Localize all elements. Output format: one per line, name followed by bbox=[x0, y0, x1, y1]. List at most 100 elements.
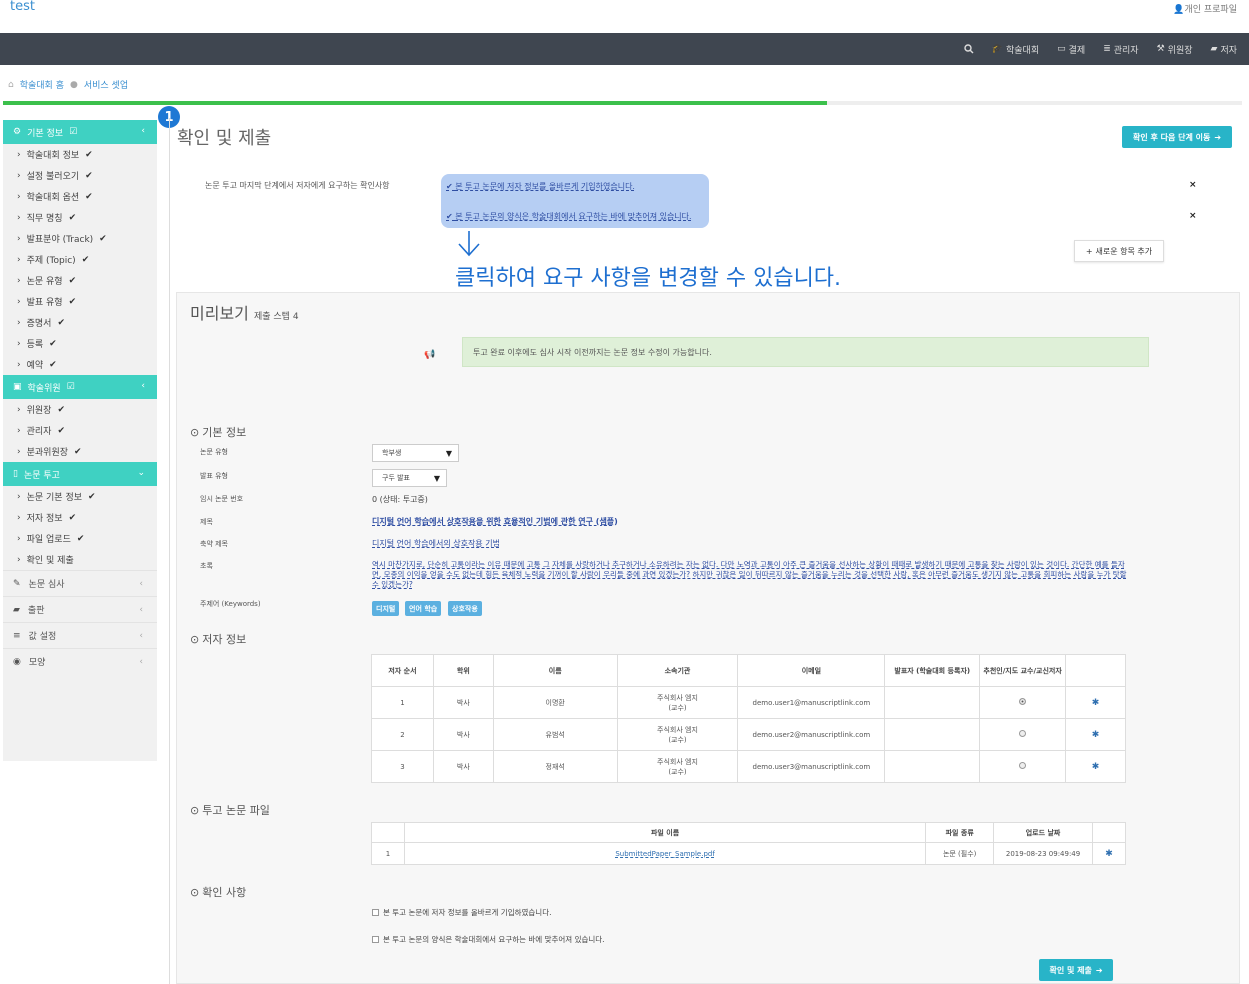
checkbox[interactable] bbox=[372, 936, 379, 943]
table-header-row: 저자 순서 학위 이름 소속기관 이메일 발표자 (학술대회 등록자) 추천인/… bbox=[371, 654, 1126, 687]
sidebar-item[interactable]: › 확인 및 제출 bbox=[3, 549, 157, 570]
title-value[interactable]: 디지털 언어 학습에서 상호작용을 위한 효율적인 기법에 관한 연구 (샘플) bbox=[372, 516, 618, 527]
sidebar-item[interactable]: › 설정 불러오기 ✔ bbox=[3, 165, 157, 186]
paper-type-select[interactable]: 학부생 ▼ bbox=[372, 444, 459, 462]
chevron-right-icon: › bbox=[17, 491, 21, 502]
chevron-right-icon: › bbox=[17, 554, 21, 565]
org-role: (교수) bbox=[668, 767, 687, 776]
sidebar-item[interactable]: › 관리자 ✔ bbox=[3, 420, 157, 441]
next-step-button[interactable]: 확인 후 다음 단계 이동 ➔ bbox=[1122, 126, 1232, 148]
sidebar-item[interactable]: › 위원장 ✔ bbox=[3, 399, 157, 420]
check-icon: ✔ bbox=[68, 212, 77, 223]
keyword-tag[interactable]: 디지털 bbox=[372, 601, 400, 616]
chevron-right-icon: › bbox=[17, 296, 21, 307]
chevron-left-icon: ‹ bbox=[139, 630, 143, 641]
confirm-checkbox-1[interactable]: 본 투고 논문에 저자 정보를 올바르게 기입하였습니다. bbox=[372, 907, 552, 918]
keyword-tag[interactable]: 상호작용 bbox=[448, 601, 482, 616]
sidebar-item-publish[interactable]: ▰ 출판 ‹ bbox=[3, 596, 157, 622]
nav-author[interactable]: ▰ 저자 bbox=[1211, 43, 1237, 56]
add-requirement-button[interactable]: + 새로운 항목 추가 bbox=[1074, 240, 1164, 262]
sidebar-item[interactable]: › 분과위원장 ✔ bbox=[3, 441, 157, 462]
sidebar-section-label: 학술위원 bbox=[27, 383, 61, 394]
corresponding-radio[interactable] bbox=[1019, 730, 1027, 737]
sidebar-item-values[interactable]: ≡ 값 설정 ‹ bbox=[3, 622, 157, 648]
sidebar-section-basic[interactable]: ⚙ 기본 정보 ☑ ‹ bbox=[3, 120, 157, 144]
heading-text: 투고 논문 파일 bbox=[202, 804, 270, 817]
profile-link[interactable]: 👤개인 프로파일 bbox=[1173, 2, 1237, 15]
megaphone-icon: 📢 bbox=[424, 350, 436, 360]
sidebar-item[interactable]: › 주제 (Topic) ✔ bbox=[3, 249, 157, 270]
short-title-value[interactable]: 디지털 언어 학습에서의 상호작용 기법 bbox=[372, 538, 500, 549]
sidebar-item[interactable]: › 논문 유형 ✔ bbox=[3, 270, 157, 291]
sidebar-item[interactable]: › 저자 정보 ✔ bbox=[3, 507, 157, 528]
check-circle-icon: ⊙ bbox=[190, 632, 200, 646]
column-header bbox=[371, 822, 405, 843]
breadcrumb-current[interactable]: 서비스 셋업 bbox=[84, 78, 128, 91]
nav-admin[interactable]: ≣ 관리자 bbox=[1103, 43, 1138, 56]
cell-file-name: SubmittedPaper_Sample.pdf bbox=[403, 842, 927, 865]
cell-action: ✱ bbox=[1092, 842, 1126, 865]
abstract-value[interactable]: 역시 마찬가지로, 단순히 고통이라는 이유 때문에 고통 그 자체를 사랑하거… bbox=[372, 560, 1128, 590]
cell-org: 주식회사 엠지 (교수) bbox=[616, 750, 739, 783]
org-name: 주식회사 엠지 bbox=[657, 693, 698, 702]
cell-degree: 박사 bbox=[432, 750, 494, 783]
check-icon: ✔ bbox=[99, 233, 107, 244]
column-header: 업로드 날짜 bbox=[993, 822, 1093, 843]
requirement-item-1[interactable]: ✔ 본 투고 논문에 저자 정보를 올바르게 기입하였습니다. bbox=[446, 181, 635, 192]
preview-subtitle: 제출 스텝 4 bbox=[253, 312, 299, 322]
nav-payment[interactable]: ▭ 결제 bbox=[1057, 43, 1085, 56]
sidebar-item[interactable]: › 예약 ✔ bbox=[3, 354, 157, 375]
sidebar-item[interactable]: › 파일 업로드 ✔ bbox=[3, 528, 157, 549]
sidebar-item[interactable]: › 발표 유형 ✔ bbox=[3, 291, 157, 312]
gear-icon[interactable]: ✱ bbox=[1092, 762, 1100, 772]
chevron-right-icon: › bbox=[17, 425, 21, 436]
file-link[interactable]: SubmittedPaper_Sample.pdf bbox=[615, 850, 714, 858]
heading-text: 저자 정보 bbox=[202, 633, 247, 646]
corresponding-radio[interactable] bbox=[1019, 762, 1027, 769]
keyword-tag[interactable]: 언어 학습 bbox=[405, 601, 442, 616]
column-header bbox=[1065, 654, 1126, 687]
check-circle-icon: ⊙ bbox=[190, 803, 200, 817]
sidebar-item-review[interactable]: ✎ 논문 심사 ‹ bbox=[3, 570, 157, 596]
page-title: 확인 및 제출 bbox=[177, 128, 272, 149]
confirm-checkbox-2[interactable]: 본 투고 논문의 양식은 학술대회에서 요구하는 바에 맞추어져 있습니다. bbox=[372, 934, 605, 945]
sidebar-item[interactable]: › 학술대회 정보 ✔ bbox=[3, 144, 157, 165]
select-value: 학부생 bbox=[382, 449, 402, 457]
sidebar-section-label: 논문 투고 bbox=[23, 470, 60, 481]
sidebar-item[interactable]: › 학술대회 옵션 ✔ bbox=[3, 186, 157, 207]
nav-label: 결제 bbox=[1068, 45, 1086, 56]
home-icon: ⌂ bbox=[8, 79, 14, 90]
cell-org: 주식회사 엠지 (교수) bbox=[616, 718, 739, 751]
nav-chair[interactable]: ⚒ 위원장 bbox=[1157, 43, 1193, 56]
sidebar-item-appearance[interactable]: ◉ 모양 ‹ bbox=[3, 648, 157, 674]
breadcrumb-home[interactable]: 학술대회 홈 bbox=[20, 78, 64, 91]
sidebar-section-committee[interactable]: ▣ 학술위원 ☑ ‹ bbox=[3, 375, 157, 399]
sidebar-item[interactable]: › 등록 ✔ bbox=[3, 333, 157, 354]
sidebar-item[interactable]: › 발표분야 (Track) ✔ bbox=[3, 228, 157, 249]
chevron-down-icon: ⌄ bbox=[137, 468, 145, 478]
brand-logo[interactable]: test bbox=[10, 0, 35, 14]
checkbox-label: 본 투고 논문에 저자 정보를 올바르게 기입하였습니다. bbox=[383, 908, 552, 917]
chevron-right-icon: › bbox=[17, 533, 21, 544]
presentation-type-select[interactable]: 구두 발표 ▼ bbox=[372, 469, 447, 487]
sidebar-item[interactable]: › 직무 명칭 ✔ bbox=[3, 207, 157, 228]
confirm-submit-button[interactable]: 확인 및 제출 ➔ bbox=[1039, 959, 1113, 981]
gear-icon[interactable]: ✱ bbox=[1092, 698, 1100, 708]
nav-conference[interactable]: 🎓 학술대회 bbox=[992, 43, 1039, 56]
check-icon: ✔ bbox=[446, 212, 456, 221]
profile-label: 개인 프로파일 bbox=[1184, 5, 1237, 15]
corresponding-radio[interactable] bbox=[1019, 698, 1027, 705]
remove-requirement-2-button[interactable]: × bbox=[1189, 211, 1197, 221]
search-icon[interactable] bbox=[964, 44, 974, 54]
check-icon: ✔ bbox=[57, 317, 65, 328]
gear-icon[interactable]: ✱ bbox=[1092, 730, 1100, 740]
requirement-item-2[interactable]: ✔ 본 투고 논문의 양식은 학술대회에서 요구하는 바에 맞추어져 있습니다. bbox=[446, 211, 692, 222]
gear-icon[interactable]: ✱ bbox=[1105, 849, 1113, 859]
sidebar-item[interactable]: › 증명서 ✔ bbox=[3, 312, 157, 333]
remove-requirement-1-button[interactable]: × bbox=[1189, 180, 1197, 190]
sidebar-section-submission[interactable]: ▯ 논문 투고 ⌄ bbox=[3, 462, 157, 486]
sidebar-item[interactable]: › 논문 기본 정보 ✔ bbox=[3, 486, 157, 507]
sidebar-section-label: 기본 정보 bbox=[27, 128, 64, 139]
checkbox[interactable] bbox=[372, 909, 379, 916]
column-header: 이메일 bbox=[737, 654, 886, 687]
